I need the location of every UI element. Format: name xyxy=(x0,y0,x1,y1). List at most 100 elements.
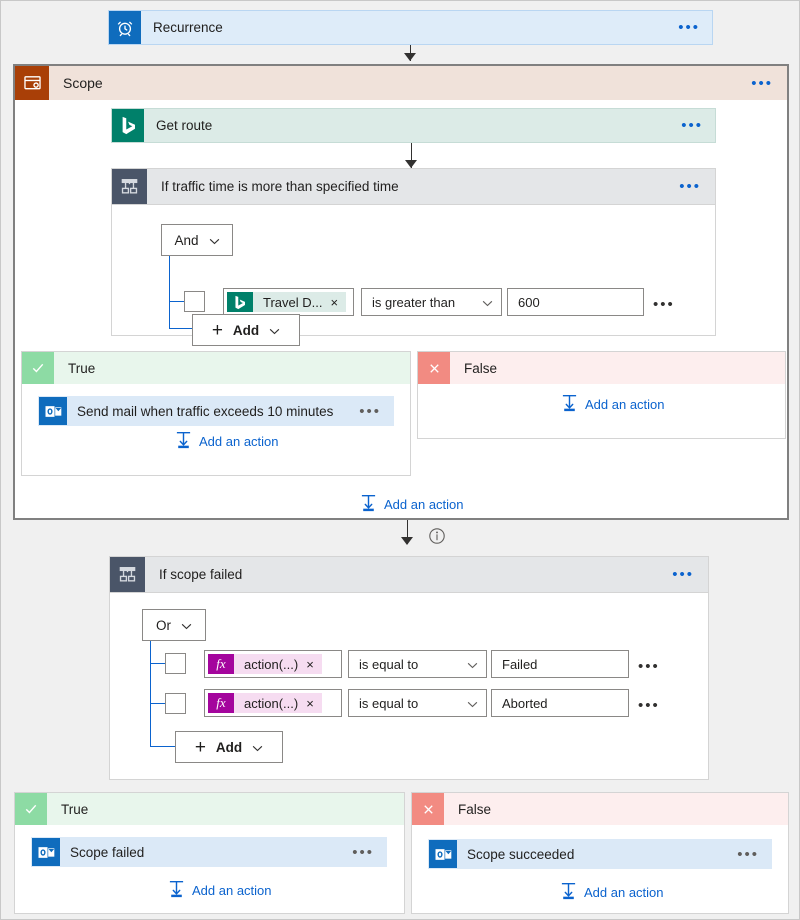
trigger-label: Recurrence xyxy=(153,20,223,35)
comparison-operator-dropdown[interactable]: is equal to xyxy=(348,650,487,678)
token-remove-icon[interactable]: × xyxy=(304,657,322,672)
condition-value-text: Failed xyxy=(502,656,538,672)
outlook-icon xyxy=(429,840,457,868)
check-icon xyxy=(15,793,47,825)
add-action-icon xyxy=(168,880,185,901)
get-route-label: Get route xyxy=(156,118,213,133)
scope-icon xyxy=(15,66,49,100)
chevron-down-icon xyxy=(467,696,478,711)
condition-value-text: 600 xyxy=(518,294,540,310)
alarm-clock-icon xyxy=(109,11,141,44)
cross-icon xyxy=(418,352,450,384)
chevron-down-icon xyxy=(482,295,493,310)
condition-operand-field[interactable]: fx action(...) × xyxy=(204,650,342,678)
add-action-link-true-scope-failed[interactable]: Add an action xyxy=(168,880,272,901)
function-glyph: fx xyxy=(216,656,226,671)
logical-operator-dropdown-and[interactable]: And xyxy=(161,224,233,256)
info-icon[interactable] xyxy=(428,527,446,545)
add-action-link-false-traffic[interactable]: Add an action xyxy=(561,394,665,415)
branch-false-traffic[interactable]: False Add an action xyxy=(417,351,786,439)
connector-arrow xyxy=(401,537,413,545)
scope-succeeded-action-menu-button[interactable]: ••• xyxy=(737,847,771,862)
add-condition-button[interactable]: + Add xyxy=(192,314,300,346)
branch-true-header: True xyxy=(22,352,410,384)
outlook-icon xyxy=(39,397,67,425)
condition-row-checkbox[interactable] xyxy=(165,653,186,674)
add-action-link-scope[interactable]: Add an action xyxy=(360,494,464,515)
token-travel-duration[interactable]: Travel D... × xyxy=(227,292,347,312)
branch-true-header: True xyxy=(15,793,404,825)
branch-false-label: False xyxy=(458,801,492,817)
function-icon: fx xyxy=(208,654,234,674)
comparison-operator-label: is equal to xyxy=(359,656,419,672)
action-card-send-mail[interactable]: Send mail when traffic exceeds 10 minute… xyxy=(38,396,394,426)
check-icon xyxy=(22,352,54,384)
scope-failed-menu-button[interactable]: ••• xyxy=(672,567,708,582)
token-label: action(...) xyxy=(244,695,299,711)
trigger-card-recurrence[interactable]: Recurrence ••• xyxy=(108,10,713,45)
condition-value-input[interactable]: Aborted xyxy=(491,689,629,717)
condition-row-checkbox[interactable] xyxy=(184,291,205,312)
add-action-label: Add an action xyxy=(192,883,272,898)
scope-menu-button[interactable]: ••• xyxy=(751,76,787,91)
connector-arrow xyxy=(405,160,417,168)
branch-true-scope-failed[interactable]: True Scope failed ••• Add an action xyxy=(14,792,405,914)
action-card-scope-succeeded[interactable]: Scope succeeded ••• xyxy=(428,839,772,869)
token-label: action(...) xyxy=(244,656,299,672)
add-action-icon xyxy=(561,394,578,415)
token-label: Travel D... xyxy=(263,294,323,310)
condition-value-input[interactable]: Failed xyxy=(491,650,629,678)
token-remove-icon[interactable]: × xyxy=(328,295,346,310)
action-card-get-route[interactable]: Get route ••• xyxy=(111,108,716,143)
add-action-link-false-scope-failed[interactable]: Add an action xyxy=(560,882,664,903)
add-action-label: Add an action xyxy=(384,497,464,512)
comparison-operator-dropdown[interactable]: is greater than xyxy=(361,288,502,316)
condition-menu-button[interactable]: ••• xyxy=(679,179,715,194)
comparison-operator-label: is equal to xyxy=(359,695,419,711)
scope-failed-action-label: Scope failed xyxy=(70,844,145,860)
token-action-expression[interactable]: fx action(...) × xyxy=(208,693,322,713)
condition-block-scope-failed[interactable]: If scope failed ••• Or fx action(...) × xyxy=(109,556,709,780)
condition-value-input[interactable]: 600 xyxy=(507,288,644,316)
logical-operator-label: Or xyxy=(156,617,171,633)
chevron-down-icon xyxy=(467,657,478,672)
function-icon: fx xyxy=(208,693,234,713)
branch-false-scope-failed[interactable]: False Scope succeeded ••• Add an action xyxy=(411,792,789,914)
trigger-menu-button[interactable]: ••• xyxy=(678,20,712,35)
scope-label: Scope xyxy=(63,75,103,91)
add-action-icon xyxy=(175,431,192,452)
token-action-expression[interactable]: fx action(...) × xyxy=(208,654,322,674)
tree-line-horizontal xyxy=(150,703,165,704)
scope-failed-header[interactable]: If scope failed ••• xyxy=(110,557,708,593)
scope-failed-action-menu-button[interactable]: ••• xyxy=(352,845,386,860)
workflow-designer-canvas: Recurrence ••• Scope ••• Get route ••• I… xyxy=(1,1,799,919)
scope-failed-label: If scope failed xyxy=(159,567,243,582)
branch-true-label: True xyxy=(68,360,96,376)
condition-icon xyxy=(112,169,147,204)
tree-line-vertical xyxy=(169,256,170,328)
token-remove-icon[interactable]: × xyxy=(304,696,322,711)
condition-operand-field[interactable]: Travel D... × xyxy=(223,288,354,316)
condition-row-menu-button[interactable]: ••• xyxy=(638,698,660,713)
condition-operand-field[interactable]: fx action(...) × xyxy=(204,689,342,717)
condition-row-menu-button[interactable]: ••• xyxy=(638,659,660,674)
branch-true-traffic[interactable]: True Send mail when traffic exceeds 10 m… xyxy=(21,351,411,476)
chevron-down-icon xyxy=(181,618,192,633)
tree-line-horizontal xyxy=(169,328,192,329)
condition-header[interactable]: If traffic time is more than specified t… xyxy=(112,169,715,205)
add-condition-label: Add xyxy=(232,322,260,338)
action-card-scope-failed[interactable]: Scope failed ••• xyxy=(31,837,387,867)
scope-header[interactable]: Scope ••• xyxy=(15,66,787,100)
send-mail-menu-button[interactable]: ••• xyxy=(359,404,393,419)
logical-operator-label: And xyxy=(174,232,199,248)
condition-row-checkbox[interactable] xyxy=(165,693,186,714)
add-condition-button[interactable]: + Add xyxy=(175,731,283,763)
condition-block-traffic[interactable]: If traffic time is more than specified t… xyxy=(111,168,716,346)
chevron-down-icon xyxy=(269,323,280,338)
add-action-link-true-traffic[interactable]: Add an action xyxy=(175,431,279,452)
comparison-operator-dropdown[interactable]: is equal to xyxy=(348,689,487,717)
get-route-menu-button[interactable]: ••• xyxy=(681,118,715,133)
logical-operator-dropdown-or[interactable]: Or xyxy=(142,609,206,641)
condition-row-menu-button[interactable]: ••• xyxy=(653,297,675,312)
scope-container[interactable]: Scope ••• Get route ••• If traffic time … xyxy=(13,64,789,520)
